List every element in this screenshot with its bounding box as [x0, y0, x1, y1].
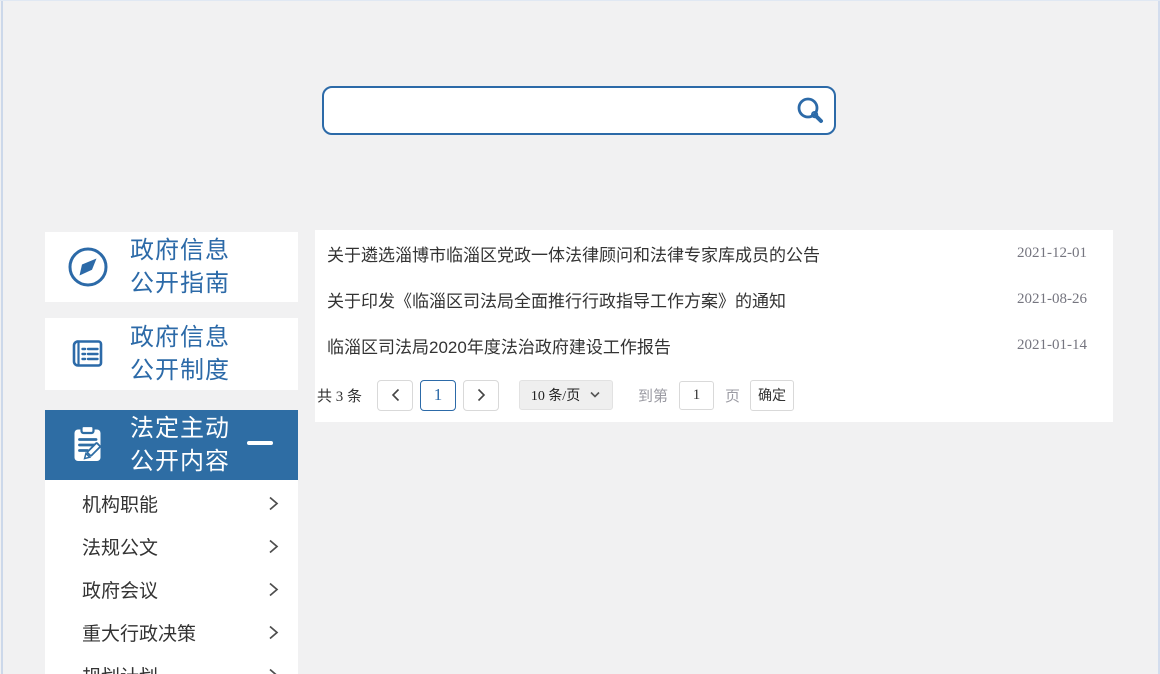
page: 政府信息 公开指南 政府信息 公开制度 法定主动 公开内容 机构职能 法规公文 …: [0, 0, 1160, 674]
page-top-border: [0, 0, 1160, 1]
chevron-right-icon: [269, 582, 279, 597]
submenu-item-label: 机构职能: [82, 495, 159, 516]
submenu-item-label: 重大行政决策: [82, 624, 197, 645]
sidebar-submenu: 机构职能 法规公文 政府会议 重大行政决策 规划计划: [45, 480, 298, 674]
page-number-button[interactable]: 1: [420, 379, 457, 411]
pagination-bar: 共 3 条 1 10 条/页 到第 页 确定: [315, 368, 1113, 422]
sidebar-item-label: 政府信息 公开制度: [130, 324, 230, 384]
chevron-right-icon: [269, 625, 279, 640]
confirm-button[interactable]: 确定: [750, 379, 795, 411]
sidebar-item-statutory-disclosure[interactable]: 法定主动 公开内容: [45, 410, 298, 480]
chevron-right-icon: [269, 668, 277, 674]
submenu-item-regulations[interactable]: 法规公文: [45, 525, 298, 568]
list-item[interactable]: 临淄区司法局2020年度法治政府建设工作报告 2021-01-14: [315, 322, 1113, 368]
article-date: 2021-08-26: [1017, 290, 1087, 307]
goto-suffix-label: 页: [725, 387, 741, 405]
sidebar: 政府信息 公开指南 政府信息 公开制度 法定主动 公开内容 机构职能 法规公文 …: [45, 232, 298, 674]
submenu-item-major-decisions[interactable]: 重大行政决策: [45, 611, 298, 654]
next-page-button[interactable]: [463, 379, 500, 411]
article-date: 2021-12-01: [1017, 244, 1087, 261]
chevron-left-icon: [391, 388, 399, 402]
sidebar-item-label: 法定主动 公开内容: [130, 415, 230, 475]
goto-page-group: 到第 页 确定: [638, 379, 795, 411]
article-title[interactable]: 关于印发《临淄区司法局全面推行行政指导工作方案》的通知: [327, 287, 786, 312]
collapse-minus-icon[interactable]: [247, 441, 273, 445]
chevron-right-icon: [477, 388, 485, 402]
ledger-icon: [66, 332, 110, 376]
article-list-panel: 关于遴选淄博市临淄区党政一体法律顾问和法律专家库成员的公告 2021-12-01…: [315, 230, 1113, 422]
sidebar-item-label: 政府信息 公开指南: [130, 237, 230, 297]
search-input[interactable]: [324, 88, 786, 133]
prev-page-button[interactable]: [377, 379, 414, 411]
article-title[interactable]: 临淄区司法局2020年度法治政府建设工作报告: [327, 333, 671, 358]
chevron-right-icon: [269, 539, 279, 554]
submenu-item-label: 规划计划: [82, 662, 158, 674]
article-date: 2021-01-14: [1017, 336, 1087, 353]
submenu-item-org-functions[interactable]: 机构职能: [45, 482, 298, 525]
total-count-label: 共 3 条: [317, 388, 363, 405]
submenu-item-gov-meetings[interactable]: 政府会议: [45, 568, 298, 611]
goto-page-input[interactable]: [679, 380, 715, 410]
page-left-border: [1, 0, 3, 674]
goto-prefix-label: 到第: [638, 387, 669, 405]
submenu-item-label: 法规公文: [82, 538, 159, 559]
page-size-label: 10 条/页: [530, 389, 581, 404]
page-size-select[interactable]: 10 条/页: [519, 380, 614, 410]
article-title[interactable]: 关于遴选淄博市临淄区党政一体法律顾问和法律专家库成员的公告: [327, 241, 820, 266]
clipboard-pencil-icon: [66, 423, 110, 467]
chevron-down-icon: [590, 391, 600, 398]
search-icon: [797, 97, 823, 123]
list-item[interactable]: 关于印发《临淄区司法局全面推行行政指导工作方案》的通知 2021-08-26: [315, 276, 1113, 322]
list-item[interactable]: 关于遴选淄博市临淄区党政一体法律顾问和法律专家库成员的公告 2021-12-01: [315, 230, 1113, 276]
sidebar-item-gov-info-system[interactable]: 政府信息 公开制度: [45, 318, 298, 390]
submenu-item-plans[interactable]: 规划计划: [45, 654, 298, 674]
search-box: [322, 86, 836, 135]
chevron-right-icon: [269, 496, 279, 511]
search-button[interactable]: [786, 88, 834, 133]
submenu-item-label: 政府会议: [82, 581, 159, 602]
compass-icon: [66, 245, 110, 289]
sidebar-item-gov-info-guide[interactable]: 政府信息 公开指南: [45, 232, 298, 302]
